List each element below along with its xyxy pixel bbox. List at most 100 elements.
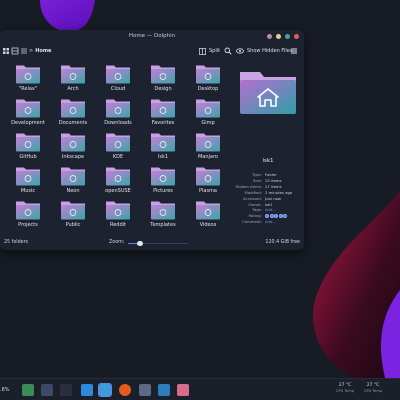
folder-item[interactable]: Inkscape [55, 130, 91, 164]
dolphin-window: Home — Dolphin > Home Split Show Hidden … [0, 30, 304, 250]
folder-item[interactable]: KDE [100, 130, 136, 164]
view-compact-icon[interactable] [11, 47, 19, 55]
folder-icon [61, 65, 85, 84]
folder-item[interactable]: Videos [190, 198, 226, 232]
taskbar: .8% 27 °C CPU Temp 27 °C GPU Temp [0, 378, 400, 400]
cpu-icon[interactable] [41, 384, 53, 396]
maximize-button[interactable] [276, 33, 281, 39]
folder-label: "Relax" [18, 86, 38, 92]
folder-icon [61, 167, 85, 186]
folder-label: Music [20, 188, 36, 194]
folder-icon [16, 201, 40, 220]
folder-label: Favorites [151, 120, 175, 126]
folder-icon [106, 201, 130, 220]
folder-label: Documents [58, 120, 88, 126]
minimize-button[interactable] [267, 33, 272, 39]
folder-item[interactable]: Pictures [145, 164, 181, 198]
file-grid: "Relax" Arch Cloud Design Desktop Development… [0, 58, 232, 236]
star-icon[interactable] [265, 214, 269, 219]
folder-item[interactable]: lsk1 [145, 130, 181, 164]
split-button[interactable]: Split [199, 47, 220, 55]
title-bar[interactable]: Home — Dolphin [0, 30, 304, 44]
folder-item[interactable]: Gimp [190, 96, 226, 130]
folder-icon [61, 133, 85, 152]
folder-label: Inkscape [61, 154, 85, 160]
folder-label: Downloads [104, 120, 132, 126]
dolphin-icon[interactable] [98, 383, 112, 397]
free-space: 120.4 GiB free [265, 240, 300, 245]
gpu-temp-monitor[interactable]: 27 °C GPU Temp [360, 383, 386, 394]
folder-item[interactable]: Desktop [190, 62, 226, 96]
show-hidden-label: Show Hidden Files [247, 48, 293, 54]
keep-above-button[interactable] [285, 33, 290, 39]
folder-item[interactable]: Music [10, 164, 46, 198]
folder-item[interactable]: Cloud [100, 62, 136, 96]
cpu-temp-monitor[interactable]: 27 °C CPU Temp [332, 383, 358, 394]
folder-item[interactable]: openSUSE [100, 164, 136, 198]
tray-left-indicator: .8% [0, 387, 10, 393]
info-field-keys: Type: Size: Hidden items: Modified: Accessed… [232, 172, 262, 225]
search-icon[interactable] [224, 47, 232, 55]
breadcrumb-home[interactable]: Home [35, 48, 51, 54]
split-icon [199, 47, 206, 55]
view-details-icon[interactable] [20, 47, 28, 55]
folder-item[interactable]: Documents [55, 96, 91, 130]
folder-item[interactable]: Neon [55, 164, 91, 198]
settings-icon[interactable] [139, 384, 151, 396]
star-icon[interactable] [269, 214, 274, 219]
info-value[interactable]: Add... [265, 219, 303, 225]
folder-item[interactable]: Downloads [100, 96, 136, 130]
mountains-icon[interactable] [22, 384, 34, 396]
folder-item[interactable]: Plasma [190, 164, 226, 198]
selected-item-name: lsk1 [262, 158, 274, 164]
zoom-slider[interactable] [128, 240, 188, 246]
star-icon[interactable] [283, 214, 288, 219]
folder-item[interactable]: "Relax" [10, 62, 46, 96]
hamburger-menu-icon[interactable] [290, 47, 298, 55]
folder-item[interactable]: Projects [10, 198, 46, 232]
gpu-temp-label: GPU Temp [363, 388, 383, 393]
folder-label: lsk1 [157, 154, 169, 160]
folder-label: Reddit [109, 222, 127, 228]
folder-label: Pictures [153, 188, 173, 194]
folder-item[interactable]: Favorites [145, 96, 181, 130]
folder-item[interactable]: Templates [145, 198, 181, 232]
close-button[interactable] [294, 33, 299, 39]
info-key: Hidden items: [235, 183, 262, 189]
folder-label: GitHub [19, 154, 37, 160]
view-icons-icon[interactable] [2, 47, 10, 55]
store-icon[interactable] [81, 384, 93, 396]
folder-icon [106, 133, 130, 152]
folder-item[interactable]: Arch [55, 62, 91, 96]
firefox-icon[interactable] [119, 384, 131, 396]
pen-icon[interactable] [60, 384, 72, 396]
folder-icon [151, 167, 175, 186]
folder-item[interactable]: Reddit [100, 198, 136, 232]
folder-item[interactable]: Design [145, 62, 181, 96]
star-icon[interactable] [278, 214, 283, 219]
folder-label: KDE [112, 154, 124, 160]
split-label: Split [209, 48, 221, 54]
folder-item[interactable]: GitHub [10, 130, 46, 164]
rating-stars[interactable] [265, 214, 288, 219]
info-key: Comment: [242, 219, 262, 225]
folder-item[interactable]: Development [10, 96, 46, 130]
window-title: Home — Dolphin [128, 33, 176, 39]
folder-label: Development [11, 120, 45, 126]
folder-icon [106, 167, 130, 186]
folder-label: Public [65, 222, 81, 228]
show-hidden-files-button[interactable]: Show Hidden Files [236, 47, 292, 55]
breadcrumb[interactable]: > Home [29, 47, 51, 55]
information-panel: lsk1 Type: Size: Hidden items: Modified: Acc… [232, 58, 304, 236]
kmail-icon[interactable] [158, 384, 170, 396]
picture-viewer-icon[interactable] [177, 384, 189, 396]
folder-label: Manjaro [197, 154, 218, 160]
folder-icon [151, 65, 175, 84]
folder-icon [151, 99, 175, 118]
folder-item[interactable]: Manjaro [190, 130, 226, 164]
folder-icon [151, 133, 175, 152]
folder-item[interactable]: Public [55, 198, 91, 232]
star-icon[interactable] [274, 214, 279, 219]
folder-icon [16, 99, 40, 118]
zoom-handle[interactable] [137, 240, 143, 246]
